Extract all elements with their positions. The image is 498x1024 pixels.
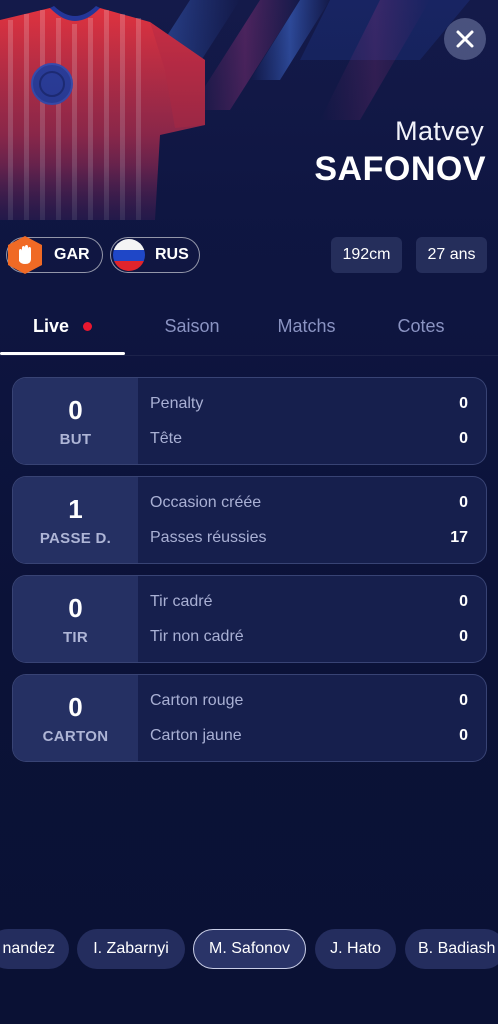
- stat-label: TIR: [62, 628, 89, 646]
- height-badge: 192cm: [331, 237, 402, 273]
- stat-row-value: 0: [459, 430, 468, 447]
- stat-row-value: 0: [459, 692, 468, 709]
- stat-summary: 0 CARTON: [13, 675, 138, 761]
- stat-row: Tête 0: [150, 427, 468, 451]
- stat-summary: 0 TIR: [13, 576, 138, 662]
- stat-row: Tir cadré 0: [150, 590, 468, 614]
- tab-matchs[interactable]: Matchs: [248, 304, 365, 348]
- live-indicator-icon: [83, 321, 93, 331]
- player-first-name: Matvey: [395, 116, 484, 146]
- stat-row-value: 17: [450, 529, 468, 546]
- stat-row: Carton jaune 0: [150, 724, 468, 748]
- tab-cotes-label: Cotes: [397, 315, 445, 336]
- stat-row: Tir non cadré 0: [150, 625, 468, 649]
- position-chip: GAR: [6, 236, 103, 274]
- stat-row-name: Occasion créée: [150, 494, 262, 511]
- age-badge: 27 ans: [416, 237, 487, 273]
- stat-row-name: Tir non cadré: [150, 628, 244, 645]
- close-button[interactable]: [444, 18, 486, 60]
- player-detail-screen: Matvey SAFONOV GAR RUS 192cm 27 ans Live…: [0, 0, 498, 1024]
- player-pill[interactable]: J. Hato: [315, 929, 396, 969]
- stat-row-name: Tête: [150, 430, 183, 447]
- stat-row-value: 0: [459, 395, 468, 412]
- stat-row-name: Carton jaune: [150, 727, 242, 744]
- stat-value: 0: [68, 691, 83, 722]
- stat-label: CARTON: [42, 727, 109, 745]
- stat-summary: 0 BUT: [13, 378, 138, 464]
- player-last-name: SAFONOV: [314, 150, 486, 188]
- tab-bar: Live Saison Matchs Cotes: [0, 304, 498, 356]
- player-pill[interactable]: B. Badiash: [405, 929, 498, 969]
- nation-chip: RUS: [110, 237, 200, 273]
- stat-row-name: Carton rouge: [150, 692, 244, 709]
- stat-row: Passes réussies 17: [150, 526, 468, 550]
- tab-live[interactable]: Live: [0, 304, 125, 348]
- tab-divider: [0, 355, 498, 356]
- stat-row: Carton rouge 0: [150, 689, 468, 713]
- goalkeeper-glove-icon: [8, 236, 42, 274]
- stat-card-shots[interactable]: 0 TIR Tir cadré 0 Tir non cadré 0: [12, 575, 487, 663]
- position-label: GAR: [54, 246, 90, 263]
- stat-row: Occasion créée 0: [150, 491, 468, 515]
- stat-card-assists[interactable]: 1 PASSE D. Occasion créée 0 Passes réuss…: [12, 476, 487, 564]
- close-icon: [456, 30, 474, 48]
- tab-matchs-label: Matchs: [277, 315, 336, 336]
- tab-cotes[interactable]: Cotes: [365, 304, 477, 348]
- stat-row: Penalty 0: [150, 392, 468, 416]
- russia-flag-icon: [113, 239, 145, 271]
- stat-row-value: 0: [459, 628, 468, 645]
- active-tab-underline: [0, 352, 125, 355]
- stat-card-cards[interactable]: 0 CARTON Carton rouge 0 Carton jaune 0: [12, 674, 487, 762]
- stat-row-value: 0: [459, 593, 468, 610]
- nation-label: RUS: [155, 246, 189, 263]
- stat-value: 0: [68, 394, 83, 425]
- player-pill[interactable]: I. Zabarnyi: [77, 929, 185, 969]
- stat-label: PASSE D.: [39, 529, 112, 547]
- tab-saison[interactable]: Saison: [125, 304, 259, 348]
- stat-row-value: 0: [459, 494, 468, 511]
- stat-label: BUT: [59, 430, 92, 448]
- player-pill[interactable]: nandez: [0, 929, 69, 969]
- tab-live-label: Live: [32, 315, 70, 336]
- stat-row-name: Penalty: [150, 395, 204, 412]
- player-pill-selected[interactable]: M. Safonov: [193, 929, 306, 969]
- stat-summary: 1 PASSE D.: [13, 477, 138, 563]
- stat-value: 0: [68, 592, 83, 623]
- stat-card-goals[interactable]: 0 BUT Penalty 0 Tête 0: [12, 377, 487, 465]
- stat-row-value: 0: [459, 727, 468, 744]
- stat-row-name: Tir cadré: [150, 593, 213, 610]
- tab-saison-label: Saison: [164, 315, 220, 336]
- stat-value: 1: [68, 493, 83, 524]
- stat-row-name: Passes réussies: [150, 529, 267, 546]
